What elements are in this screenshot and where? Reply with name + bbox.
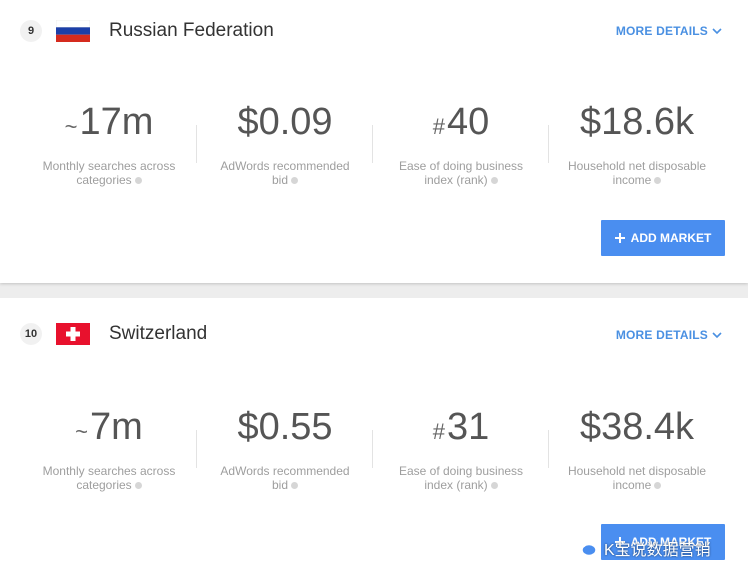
help-icon[interactable]: [134, 177, 142, 185]
hash-sign: #: [432, 419, 445, 444]
switzerland-flag-icon: [56, 323, 90, 345]
help-icon[interactable]: [654, 482, 662, 490]
metric-value: 17m: [79, 101, 154, 143]
metric-monthly-searches: ~17m Monthly searches across categories: [21, 103, 197, 187]
help-icon[interactable]: [654, 177, 662, 185]
metric-label: bid: [271, 173, 288, 187]
metric-household-income: $18.6k Household net disposable income: [549, 103, 725, 187]
rank-badge: 9: [20, 20, 42, 42]
add-market-label: ADD MARKET: [630, 231, 712, 245]
metric-value: $18.6k: [579, 101, 695, 143]
metric-value: 7m: [90, 406, 143, 448]
metric-adwords-bid: $0.55 AdWords recommended bid: [197, 408, 373, 492]
help-icon[interactable]: [134, 482, 142, 490]
metric-value: $0.55: [237, 406, 333, 448]
russia-flag-icon: [56, 20, 90, 42]
help-icon[interactable]: [291, 177, 298, 185]
help-icon[interactable]: [291, 482, 298, 490]
watermark-text: K宝说数据营销: [604, 542, 711, 559]
metric-label: Monthly searches across: [42, 159, 176, 173]
approx-sign: ~: [64, 114, 78, 139]
more-details-button[interactable]: MORE DETAILS: [616, 328, 722, 342]
hash-sign: #: [432, 114, 445, 139]
add-market-button[interactable]: ADD MARKET: [601, 220, 725, 256]
metric-ease-of-business: #40 Ease of doing business index (rank): [373, 103, 549, 187]
metric-label: Monthly searches across: [42, 464, 176, 478]
metric-label: AdWords recommended: [220, 159, 350, 173]
metric-ease-of-business: #31 Ease of doing business index (rank): [373, 408, 549, 492]
metric-label: categories: [76, 478, 132, 492]
metric-label: index (rank): [424, 173, 488, 187]
rank-badge: 10: [20, 323, 42, 345]
metric-label: Ease of doing business: [398, 464, 524, 478]
country-name: Russian Federation: [109, 20, 274, 41]
chevron-down-icon: [712, 27, 722, 34]
help-icon[interactable]: [490, 482, 498, 490]
more-details-label: MORE DETAILS: [615, 328, 708, 342]
metric-label: index (rank): [424, 478, 488, 492]
metric-household-income: $38.4k Household net disposable income: [549, 408, 725, 492]
metric-label: Household net disposable: [567, 464, 707, 478]
plus-icon: [614, 233, 625, 243]
metric-value: $38.4k: [579, 406, 695, 448]
chevron-down-icon: [712, 331, 722, 338]
market-card-russia: 9 Russian Federation MORE DETAILS ~17m M…: [0, 0, 748, 283]
watermark: K宝说数据营销: [568, 534, 719, 562]
country-name: Switzerland: [109, 323, 208, 344]
metric-label: categories: [76, 173, 132, 187]
metric-value: $0.09: [237, 101, 333, 143]
approx-sign: ~: [75, 419, 89, 444]
metric-label: bid: [271, 478, 288, 492]
help-icon[interactable]: [490, 177, 498, 185]
metric-adwords-bid: $0.09 AdWords recommended bid: [197, 103, 373, 187]
metric-label: AdWords recommended: [220, 464, 350, 478]
more-details-label: MORE DETAILS: [615, 24, 708, 38]
metric-value: 40: [446, 101, 490, 143]
metric-label: income: [612, 173, 652, 187]
more-details-button[interactable]: MORE DETAILS: [616, 24, 722, 38]
metric-value: 31: [446, 406, 490, 448]
metric-label: Household net disposable: [567, 159, 707, 173]
metric-label: income: [612, 478, 652, 492]
metric-label: Ease of doing business: [398, 159, 524, 173]
wechat-icon: [572, 538, 597, 557]
metric-monthly-searches: ~7m Monthly searches across categories: [21, 408, 197, 492]
